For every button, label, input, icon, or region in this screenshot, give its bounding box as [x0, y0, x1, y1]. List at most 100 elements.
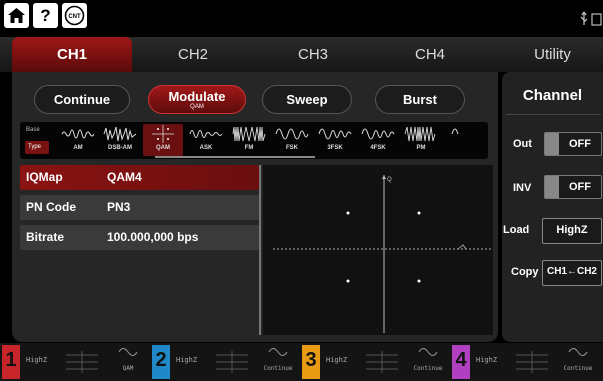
out-toggle-value: OFF — [569, 138, 591, 150]
4fsk-wave-icon — [361, 128, 395, 140]
help-label: ? — [40, 5, 51, 25]
amplitude-icon — [66, 351, 98, 373]
mod-am-label: AM — [73, 145, 83, 151]
load-select[interactable]: HighZ — [542, 218, 602, 244]
fm-wave-icon — [232, 126, 266, 142]
q-axis-label: Q — [387, 177, 392, 183]
side-divider — [506, 114, 601, 115]
param-iqmap[interactable]: IQMap QAM4 — [20, 165, 260, 190]
param-bitrate[interactable]: Bitrate 100.000,000 bps — [20, 225, 260, 250]
amplitude-icon — [516, 351, 548, 373]
home-icon[interactable] — [4, 3, 29, 28]
mod-ask-label: ASK — [199, 145, 213, 151]
constellation-point — [346, 211, 350, 215]
mod-qam[interactable]: QAM — [143, 124, 183, 156]
mod-fsk[interactable]: FSK — [272, 124, 312, 156]
out-toggle-knob — [545, 133, 559, 155]
mod-qam-label: QAM — [156, 145, 170, 151]
continue-label: Continue — [53, 92, 111, 107]
channel-side-panel: Channel Out OFF INV OFF Load HighZ Copy … — [502, 72, 603, 342]
tab-utility[interactable]: Utility — [502, 37, 603, 72]
top-bar: ? CNT — [0, 0, 603, 37]
ch3-mode-label: Continue — [413, 365, 443, 372]
channel-status-bar: 1 HighZ QAM 2 HighZ Continue 3 HighZ Con… — [0, 343, 603, 381]
sweep-button[interactable]: Sweep — [262, 85, 352, 114]
continue-button[interactable]: Continue — [34, 85, 130, 114]
ch2-load: HighZ — [176, 356, 198, 364]
ask-wave-icon — [189, 130, 223, 138]
burst-label: Burst — [403, 92, 437, 107]
inv-toggle-knob — [545, 176, 559, 198]
amplitude-icon — [366, 351, 398, 373]
usb-icon — [579, 10, 603, 28]
next-wave-icon[interactable] — [450, 124, 480, 154]
ch3-load: HighZ — [326, 356, 348, 364]
mod-ask[interactable]: ASK — [186, 124, 226, 156]
pm-wave-icon — [404, 126, 436, 142]
ch2-mode-label: Continue — [263, 365, 293, 372]
burst-button[interactable]: Burst — [375, 85, 465, 114]
help-icon[interactable]: ? — [33, 3, 58, 28]
mod-pm[interactable]: PM — [401, 124, 441, 156]
modulation-type-bar: Base Type AM DSB-AM QAM ASK FM FSK 3FSK … — [20, 122, 488, 159]
cnt-label: CNT — [68, 14, 81, 20]
modulate-button[interactable]: Modulate QAM — [148, 85, 246, 114]
base-label: Base — [26, 127, 40, 133]
tab-ch4[interactable]: CH4 — [375, 37, 485, 72]
param-pn-code[interactable]: PN Code PN3 — [20, 195, 260, 220]
mod-fm[interactable]: FM — [229, 124, 269, 156]
sine-wave-icon — [268, 348, 288, 356]
inv-toggle[interactable]: OFF — [544, 175, 602, 199]
tab-ch3[interactable]: CH3 — [253, 37, 373, 72]
channel-tabs: CH1 CH2 CH3 CH4 Utility — [0, 37, 603, 72]
wave-scrollbar[interactable] — [155, 156, 315, 158]
constellation-plot: Q — [263, 165, 493, 335]
counter-icon[interactable]: CNT — [62, 3, 87, 28]
ch1-mode-label: QAM — [122, 365, 134, 372]
mod-fsk-label: FSK — [286, 145, 298, 151]
inv-toggle-value: OFF — [569, 181, 591, 193]
modulate-label: Modulate — [168, 88, 226, 104]
ch4-status[interactable]: 4 HighZ Continue — [450, 343, 603, 381]
constellation-point — [417, 279, 421, 283]
am-wave-icon — [61, 129, 95, 139]
param-iqmap-value: QAM4 — [107, 170, 142, 184]
ch4-mode: Continue — [556, 345, 600, 379]
param-iqmap-key: IQMap — [26, 170, 63, 184]
tab-ch1[interactable]: CH1 — [12, 37, 132, 72]
3fsk-wave-icon — [318, 128, 352, 140]
fsk-wave-icon — [275, 128, 309, 140]
ch3-status[interactable]: 3 HighZ Continue — [300, 343, 450, 381]
out-label: Out — [513, 138, 532, 150]
base-type-toggle[interactable]: Base Type — [24, 125, 50, 156]
main-panel: Continue Modulate QAM Sweep Burst Base T… — [12, 72, 498, 342]
param-pn-code-value: PN3 — [107, 200, 131, 214]
mod-3fsk[interactable]: 3FSK — [315, 124, 355, 156]
ch4-number: 4 — [452, 345, 470, 379]
amplitude-icon — [216, 351, 248, 373]
mod-dsb-am[interactable]: DSB-AM — [100, 124, 140, 156]
out-toggle[interactable]: OFF — [544, 132, 602, 156]
q-axis-arrow — [382, 175, 386, 179]
ch1-status[interactable]: 1 HighZ QAM — [0, 343, 150, 381]
copy-select[interactable]: CH1←CH2 — [542, 260, 602, 286]
constellation-point — [417, 211, 421, 215]
ch2-mode: Continue — [256, 345, 300, 379]
param-bitrate-key: Bitrate — [26, 230, 65, 244]
sine-wave-icon — [418, 348, 438, 356]
mod-fm-label: FM — [244, 145, 254, 151]
ch3-mode: Continue — [406, 345, 450, 379]
mod-4fsk[interactable]: 4FSK — [358, 124, 398, 156]
ch1-mode: QAM — [106, 345, 150, 379]
i-axis-marker — [457, 244, 467, 250]
inv-label: INV — [513, 182, 532, 194]
tab-ch2[interactable]: CH2 — [138, 37, 248, 72]
ch1-load: HighZ — [26, 356, 48, 364]
mod-4fsk-label: 4FSK — [370, 145, 386, 151]
param-bitrate-value: 100.000,000 bps — [107, 230, 199, 244]
mod-am[interactable]: AM — [58, 124, 98, 156]
load-label: Load — [503, 224, 530, 236]
ch2-status[interactable]: 2 HighZ Continue — [150, 343, 300, 381]
side-title: Channel — [522, 87, 583, 104]
sweep-label: Sweep — [286, 92, 328, 107]
